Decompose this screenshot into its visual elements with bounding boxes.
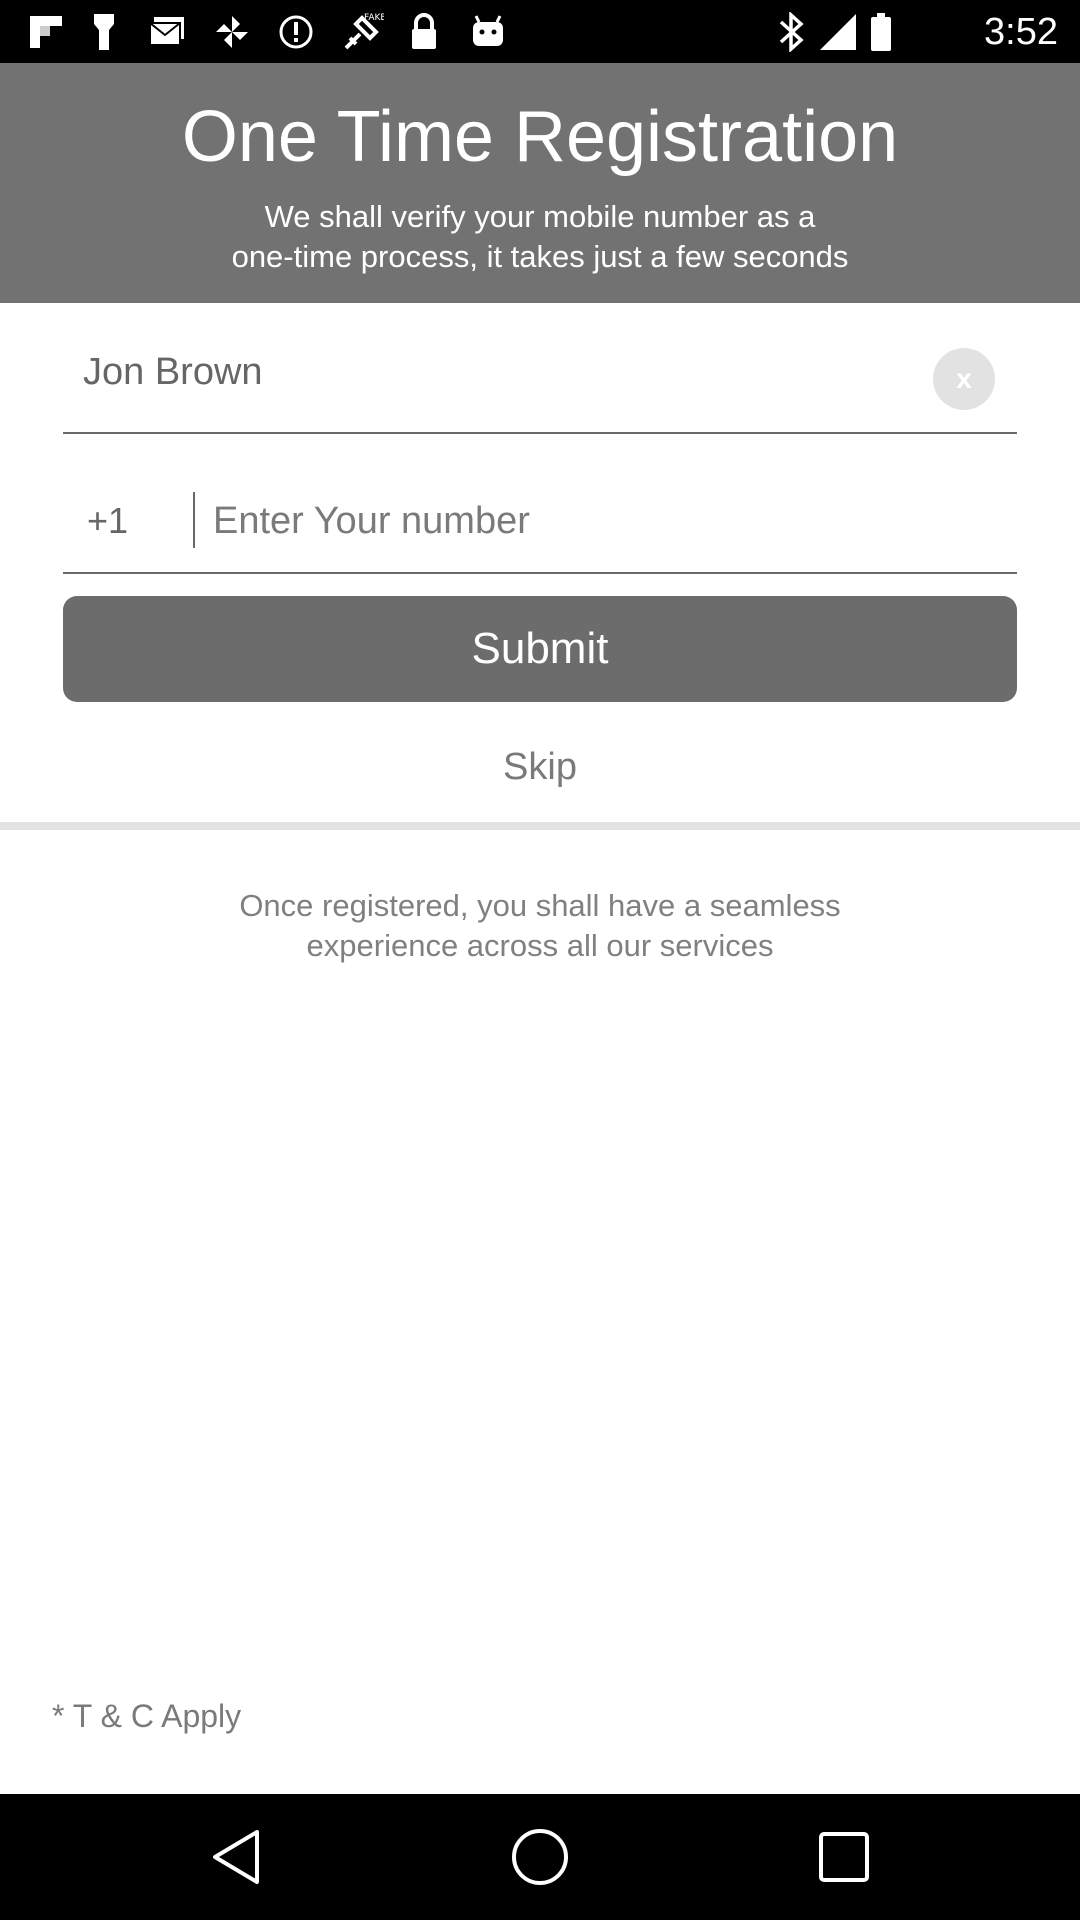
page-title: One Time Registration (181, 97, 899, 177)
terms-link[interactable]: * T & C Apply (52, 1698, 241, 1735)
recents-button[interactable] (811, 1824, 877, 1890)
back-button[interactable] (203, 1824, 269, 1890)
pinwheel-icon (214, 12, 250, 52)
android-icon (470, 12, 506, 52)
battery-icon (870, 12, 892, 52)
registration-info-text: Once registered, you shall have a seamle… (0, 886, 1080, 966)
home-circle-icon (512, 1829, 568, 1885)
name-field-container: x (63, 320, 1017, 434)
signal-icon (818, 12, 858, 52)
navigation-bar (0, 1794, 1080, 1920)
section-divider (0, 822, 1080, 830)
info-line-1: Once registered, you shall have a seamle… (239, 888, 841, 923)
home-button[interactable] (507, 1824, 573, 1890)
subtitle-line-2: one-time process, it takes just a few se… (231, 239, 849, 274)
mail-icon (148, 12, 188, 52)
back-triangle-icon (213, 1830, 259, 1884)
name-input[interactable] (83, 344, 903, 400)
status-bar: FAKE 3:52 (0, 0, 1080, 63)
bluetooth-icon (778, 12, 804, 52)
country-code[interactable]: +1 (87, 500, 128, 542)
subtitle-line-1: We shall verify your mobile number as a (264, 199, 816, 234)
recents-square-icon (819, 1832, 869, 1882)
fake-gps-icon: FAKE (340, 12, 384, 52)
info-line-2: experience across all our services (306, 928, 774, 963)
lock-icon (410, 12, 438, 52)
info-icon (278, 12, 314, 52)
status-time: 3:52 (984, 11, 1058, 53)
submit-button-label: Submit (471, 624, 609, 673)
phone-number-input[interactable] (213, 492, 993, 550)
svg-text:FAKE: FAKE (364, 13, 384, 23)
phone-divider (193, 492, 195, 548)
close-icon: x (956, 363, 972, 394)
clear-name-button[interactable]: x (933, 348, 995, 410)
page-subtitle: We shall verify your mobile number as a … (0, 197, 1080, 277)
skip-button[interactable]: Skip (0, 746, 1080, 789)
flashlight-icon (92, 12, 116, 52)
flipboard-icon (26, 12, 66, 52)
submit-button[interactable]: Submit (63, 596, 1017, 702)
registration-header: One Time Registration We shall verify yo… (0, 63, 1080, 303)
phone-field-container: +1 (63, 470, 1017, 574)
